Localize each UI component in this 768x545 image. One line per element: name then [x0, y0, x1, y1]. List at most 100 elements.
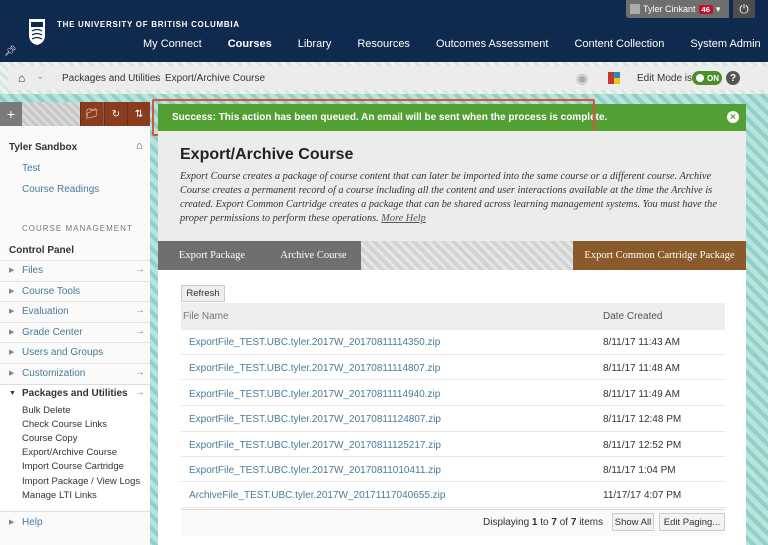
items-word: items	[579, 517, 604, 528]
sidebar-sub-import-course-cartridge[interactable]: Import Course Cartridge	[22, 461, 124, 472]
chevron-down-icon: ▾	[715, 3, 721, 14]
nav-content-collection[interactable]: Content Collection	[561, 32, 677, 60]
file-link[interactable]: ExportFile_TEST.UBC.tyler.2017W_20170811…	[189, 363, 440, 374]
date-cell: 8/11/17 11:43 AM	[603, 337, 680, 348]
date-cell: 8/11/17 12:52 PM	[603, 440, 682, 451]
breadcrumb-current: Export/Archive Course	[165, 73, 266, 84]
date-cell: 8/11/17 12:48 PM	[603, 414, 682, 425]
sidebar-sub-export-archive-course[interactable]: Export/Archive Course	[22, 447, 117, 458]
column-header-file-name[interactable]: File Name	[183, 311, 229, 322]
sidebar-item-customization[interactable]: Customization	[22, 368, 85, 379]
sidebar-item-files[interactable]: Files	[22, 265, 43, 276]
edit-paging-button[interactable]: Edit Paging...	[659, 513, 725, 531]
course-home-icon[interactable]: ⌂	[136, 140, 143, 152]
reorder-icon[interactable]: ⇅	[127, 102, 150, 126]
total-count: 7	[570, 517, 577, 528]
archive-course-button[interactable]: Archive Course	[266, 241, 361, 270]
student-preview-eye-icon[interactable]: ◉	[576, 70, 588, 87]
file-link[interactable]: ExportFile_TEST.UBC.tyler.2017W_20170811…	[189, 414, 441, 425]
refresh-button[interactable]: Refresh	[181, 285, 225, 302]
course-name[interactable]: Tyler Sandbox	[9, 142, 77, 153]
sidebar-toolbar-spacer	[22, 102, 80, 126]
sidebar-item-packages-and-utilities[interactable]: Packages and Utilities	[22, 388, 128, 399]
date-cell: 8/11/17 11:48 AM	[603, 363, 680, 374]
edit-mode-label: Edit Mode is:	[637, 73, 695, 84]
nav-resources[interactable]: Resources	[344, 32, 423, 60]
edit-mode-toggle[interactable]: ON	[692, 71, 722, 85]
sidebar-sub-check-course-links[interactable]: Check Course Links	[22, 419, 107, 430]
expand-triangle-icon[interactable]: ▶	[9, 307, 14, 315]
file-link[interactable]: ArchiveFile_TEST.UBC.tyler.2017W_2017111…	[189, 490, 445, 501]
user-menu[interactable]: Tyler Cinkant 46 ▾	[626, 0, 729, 18]
collapse-triangle-icon[interactable]: ▼	[9, 390, 16, 397]
user-avatar-icon	[630, 4, 640, 14]
help-icon[interactable]: ?	[726, 71, 740, 85]
ubc-crest-logo[interactable]	[28, 18, 46, 46]
nav-courses[interactable]: Courses	[215, 32, 285, 60]
color-palette-icon[interactable]	[608, 72, 620, 84]
page-description: Export Course creates a package of cours…	[180, 170, 740, 226]
sidebar-item-help[interactable]: Help	[22, 517, 43, 528]
nav-library[interactable]: Library	[285, 32, 345, 60]
displaying-label: Displaying	[483, 517, 530, 528]
course-management-heading: COURSE MANAGEMENT	[22, 224, 133, 233]
breadcrumb-packages-and-utilities[interactable]: Packages and Utilities	[62, 73, 160, 84]
file-link[interactable]: ExportFile_TEST.UBC.tyler.2017W_20170811…	[189, 465, 441, 476]
sidebar-item-grade-center[interactable]: Grade Center	[22, 327, 83, 338]
arrow-right-icon[interactable]: →	[135, 387, 145, 398]
sidebar-sub-course-copy[interactable]: Course Copy	[22, 433, 77, 444]
date-cell: 8/11/17 11:49 AM	[603, 389, 680, 400]
date-cell: 8/11/17 1:04 PM	[603, 465, 676, 476]
expand-triangle-icon[interactable]: ▶	[9, 328, 14, 336]
expand-triangle-icon[interactable]: ▶	[9, 348, 14, 356]
logout-power-icon[interactable]: ⏻	[733, 0, 755, 18]
description-text: Export Course creates a package of cours…	[180, 171, 717, 224]
date-cell: 11/17/17 4:07 PM	[603, 490, 682, 501]
sidebar-item-test[interactable]: Test	[22, 163, 40, 174]
range-to: 7	[551, 517, 557, 528]
user-name: Tyler Cinkant	[643, 4, 696, 14]
sidebar-item-users-and-groups[interactable]: Users and Groups	[22, 347, 103, 358]
column-header-date-created[interactable]: Date Created	[603, 311, 662, 322]
expand-triangle-icon[interactable]: ▶	[9, 369, 14, 377]
main-nav: My Connect Courses Library Resources Out…	[130, 32, 768, 60]
expand-triangle-icon[interactable]: ▶	[9, 266, 14, 274]
file-link[interactable]: ExportFile_TEST.UBC.tyler.2017W_20170811…	[189, 389, 440, 400]
sidebar-sub-manage-lti-links[interactable]: Manage LTI Links	[22, 490, 97, 501]
toggle-knob-icon	[696, 74, 704, 82]
sidebar-item-course-tools[interactable]: Course Tools	[22, 286, 80, 297]
nav-system-admin[interactable]: System Admin	[677, 32, 768, 60]
range-from: 1	[531, 517, 538, 528]
edit-mode-value: ON	[707, 73, 719, 83]
close-icon[interactable]: ×	[727, 111, 739, 123]
breadcrumb-separator-icon: ›	[154, 73, 158, 85]
expand-triangle-icon[interactable]: ▶	[9, 287, 14, 295]
show-all-button[interactable]: Show All	[612, 513, 654, 531]
export-common-cartridge-button[interactable]: Export Common Cartridge Package	[573, 241, 746, 270]
sidebar-sub-import-package-view-logs[interactable]: Import Package / View Logs	[22, 476, 140, 487]
arrow-right-icon[interactable]: →	[135, 264, 145, 275]
arrow-right-icon[interactable]: →	[135, 367, 145, 378]
nav-outcomes-assessment[interactable]: Outcomes Assessment	[423, 32, 562, 60]
refresh-icon[interactable]: ↻	[104, 102, 127, 126]
sidebar-sub-bulk-delete[interactable]: Bulk Delete	[22, 405, 71, 416]
pagination-summary: Displaying 1 to 7 of 7 items	[483, 517, 604, 528]
pin-icon[interactable]: 📌︎	[4, 46, 17, 57]
home-icon[interactable]: ⌂	[18, 71, 25, 85]
page-title: Export/Archive Course	[180, 146, 354, 163]
arrow-right-icon[interactable]: →	[135, 305, 145, 316]
file-link[interactable]: ExportFile_TEST.UBC.tyler.2017W_20170811…	[189, 440, 441, 451]
more-help-link[interactable]: More Help	[381, 213, 426, 224]
nav-my-connect[interactable]: My Connect	[130, 32, 215, 60]
notification-badge: 46	[698, 4, 713, 14]
folder-view-icon[interactable]: 📁︎	[80, 102, 103, 126]
file-link[interactable]: ExportFile_TEST.UBC.tyler.2017W_20170811…	[189, 337, 440, 348]
chevron-down-icon[interactable]: ⌄	[36, 71, 44, 82]
arrow-right-icon[interactable]: →	[135, 326, 145, 337]
sidebar-item-course-readings[interactable]: Course Readings	[22, 184, 99, 195]
export-package-button[interactable]: Export Package	[158, 241, 266, 270]
add-menu-item-plus-icon[interactable]: +	[0, 102, 22, 126]
expand-triangle-icon[interactable]: ▶	[9, 518, 14, 526]
control-panel-heading: Control Panel	[9, 245, 75, 256]
sidebar-item-evaluation[interactable]: Evaluation	[22, 306, 69, 317]
